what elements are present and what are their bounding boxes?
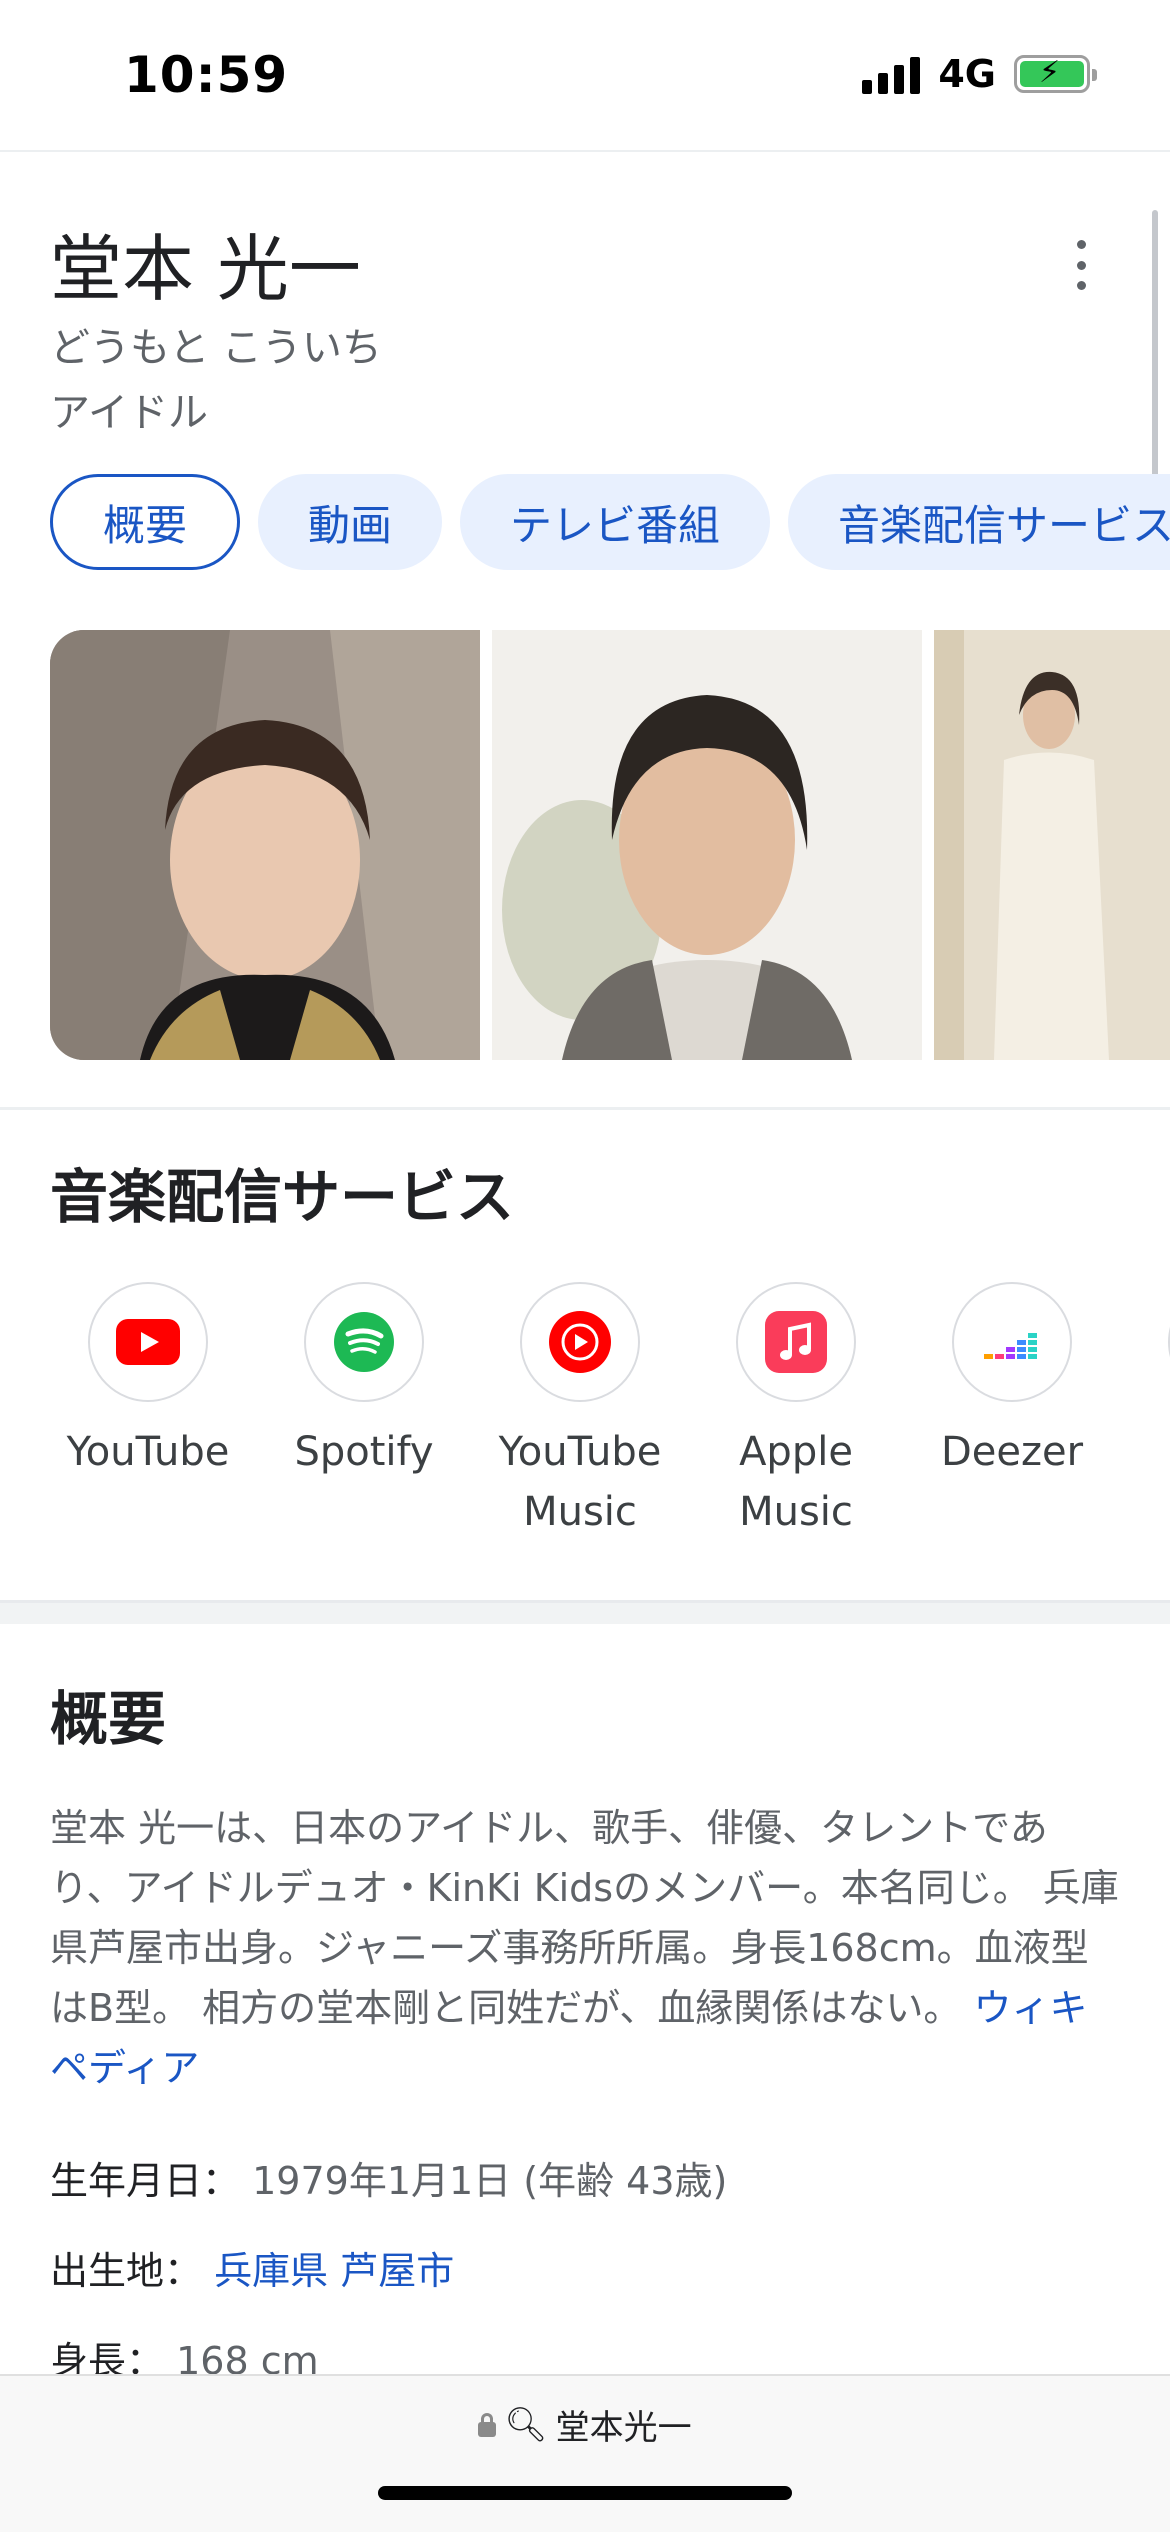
photo-3[interactable] xyxy=(934,630,1170,1060)
tab-overview[interactable]: 概要 xyxy=(50,474,241,570)
service-label: Spotify xyxy=(294,1429,434,1475)
overview-description: 堂本 光一は、日本のアイドル、歌手、俳優、タレントであり、アイドルデュオ・Kin… xyxy=(50,1806,1119,2090)
url-text: 堂本光一 xyxy=(555,2408,692,2448)
section-divider xyxy=(0,1600,1170,1624)
photo-2[interactable] xyxy=(492,630,922,1060)
charging-bolt-icon: ⚡ xyxy=(1039,55,1061,90)
entity-reading: どうもと こういち xyxy=(50,325,382,371)
entity-type: アイドル xyxy=(50,390,208,436)
tab-videos[interactable]: 動画 xyxy=(258,474,443,570)
tab-music-services[interactable]: 音楽配信サービス xyxy=(788,474,1170,570)
header-divider xyxy=(0,150,1170,152)
music-services-list: YouTube Spotify YouTube Music Apple Music … xyxy=(40,1282,1170,1542)
birthplace-link[interactable]: 兵庫県 芦屋市 xyxy=(214,2249,454,2293)
home-indicator[interactable] xyxy=(378,2486,792,2500)
apple-music-icon xyxy=(765,1311,827,1373)
status-indicators: 4G ⚡ xyxy=(862,52,1097,96)
spotify-icon xyxy=(334,1312,394,1372)
service-partial[interactable] xyxy=(1120,1282,1170,1542)
more-options-icon[interactable] xyxy=(1066,240,1096,290)
service-spotify[interactable]: Spotify xyxy=(256,1282,472,1542)
service-label: Deezer xyxy=(940,1429,1084,1475)
status-bar: 10:59 4G ⚡ xyxy=(0,0,1170,150)
entity-title: 堂本 光一 xyxy=(50,227,361,311)
tab-chips: 概要 動画 テレビ番組 音楽配信サービス xyxy=(50,474,1170,570)
status-time: 10:59 xyxy=(124,46,289,104)
overview-title: 概要 xyxy=(50,1685,167,1753)
battery-icon: ⚡ xyxy=(1014,55,1097,93)
image-carousel xyxy=(50,630,1170,1060)
browser-address-bar[interactable]: 🔍︎ 堂本光一 xyxy=(0,2374,1170,2532)
photo-1[interactable] xyxy=(50,630,480,1060)
service-youtube[interactable]: YouTube xyxy=(40,1282,256,1542)
search-icon: 🔍︎ xyxy=(504,2404,548,2445)
tab-tv-shows[interactable]: テレビ番組 xyxy=(460,474,771,570)
scrollbar[interactable] xyxy=(1152,210,1158,490)
section-divider xyxy=(0,1107,1170,1110)
service-label: YouTube xyxy=(66,1429,230,1475)
service-label: Apple Music xyxy=(739,1429,853,1535)
youtube-music-icon xyxy=(549,1311,611,1373)
deezer-icon xyxy=(984,1333,1037,1359)
service-youtube-music[interactable]: YouTube Music xyxy=(472,1282,688,1542)
service-label: YouTube Music xyxy=(498,1429,662,1535)
signal-icon xyxy=(862,54,921,94)
music-services-title: 音楽配信サービス xyxy=(50,1163,515,1231)
fact-birth: 生年月日： 1979年1月1日 (年齢 43歳) xyxy=(50,2159,728,2203)
youtube-icon xyxy=(116,1319,180,1365)
lock-icon xyxy=(478,2412,497,2437)
service-deezer[interactable]: Deezer xyxy=(904,1282,1120,1542)
service-apple-music[interactable]: Apple Music xyxy=(688,1282,904,1542)
url-field[interactable]: 🔍︎ 堂本光一 xyxy=(0,2400,1170,2449)
network-type: 4G xyxy=(938,52,996,96)
fact-birthplace: 出生地： 兵庫県 芦屋市 xyxy=(50,2249,455,2293)
